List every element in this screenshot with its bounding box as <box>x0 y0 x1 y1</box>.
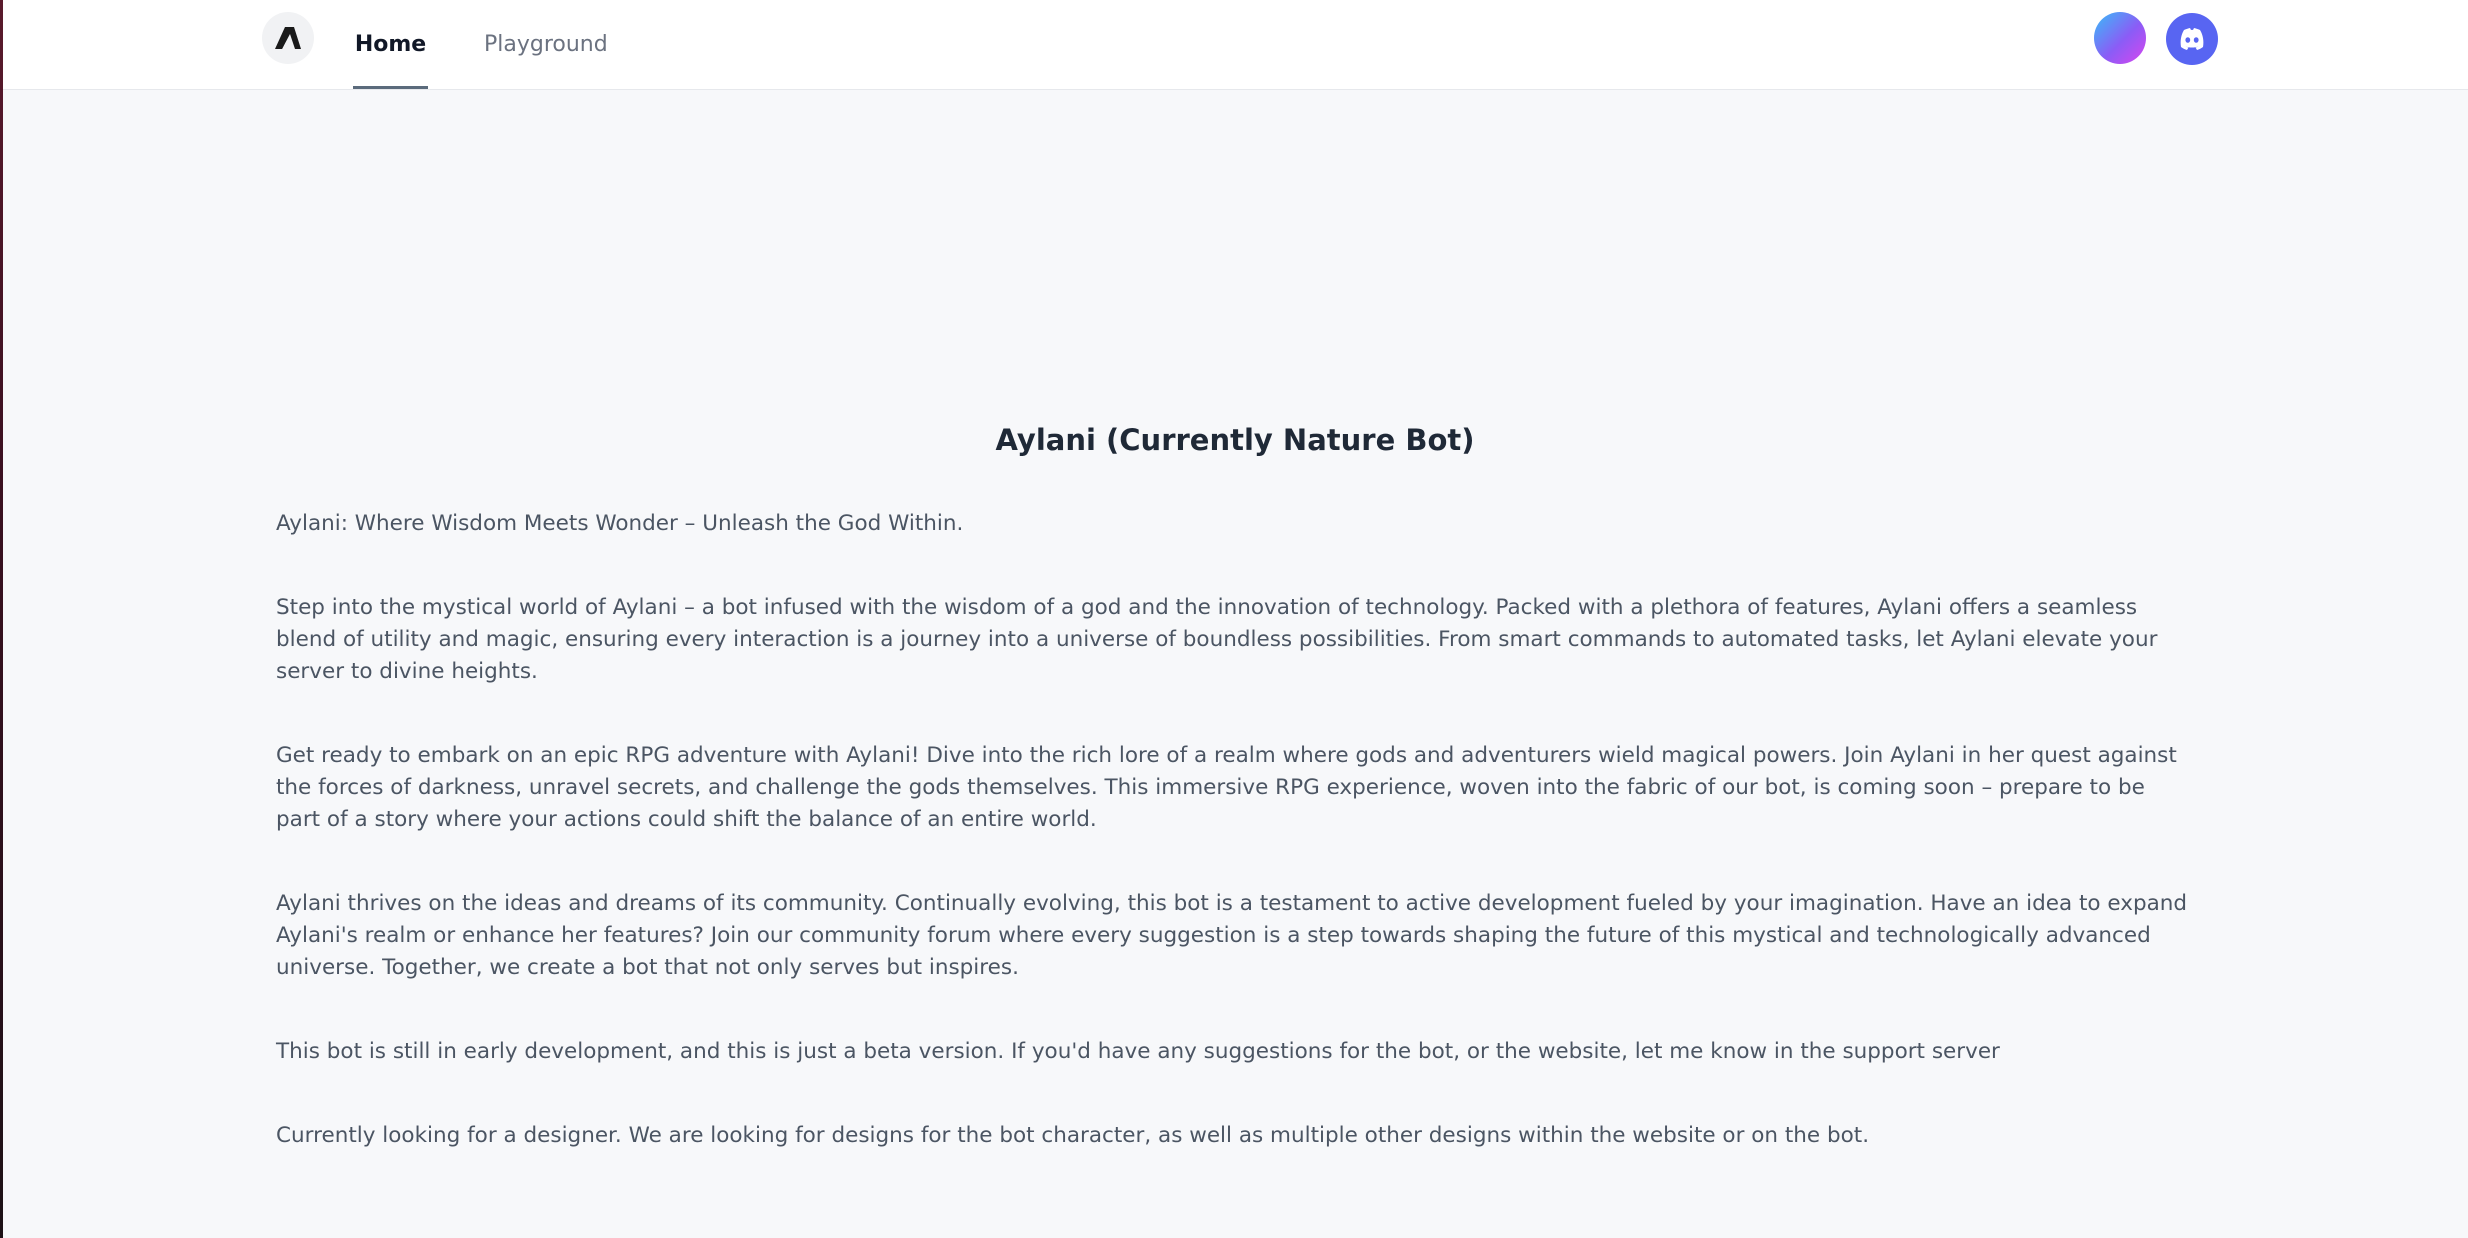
discord-icon <box>2166 13 2218 65</box>
community-paragraph: Aylani thrives on the ideas and dreams o… <box>276 891 2188 980</box>
tab-home[interactable]: Home <box>353 0 428 89</box>
rpg-paragraph: Get ready to embark on an epic RPG adven… <box>276 743 2177 832</box>
aylani-logo-icon[interactable] <box>262 12 314 64</box>
top-navbar: Home Playground <box>3 0 2468 90</box>
window-left-edge <box>0 0 3 1238</box>
tab-playground[interactable]: Playground <box>484 0 608 89</box>
tagline-paragraph: Aylani: Where Wisdom Meets Wonder – Unle… <box>276 511 964 536</box>
discord-button[interactable] <box>2165 12 2219 66</box>
intro-paragraph: Step into the mystical world of Aylani –… <box>276 595 2158 684</box>
page-title: Aylani (Currently Nature Bot) <box>995 423 1475 457</box>
logo-mark <box>275 27 301 49</box>
beta-notice-paragraph: This bot is still in early development, … <box>276 1039 2000 1064</box>
main-content: Aylani (Currently Nature Bot) Aylani: Wh… <box>276 420 2194 1204</box>
designer-notice-paragraph: Currently looking for a designer. We are… <box>276 1123 1870 1148</box>
user-avatar-icon[interactable] <box>2094 12 2146 64</box>
